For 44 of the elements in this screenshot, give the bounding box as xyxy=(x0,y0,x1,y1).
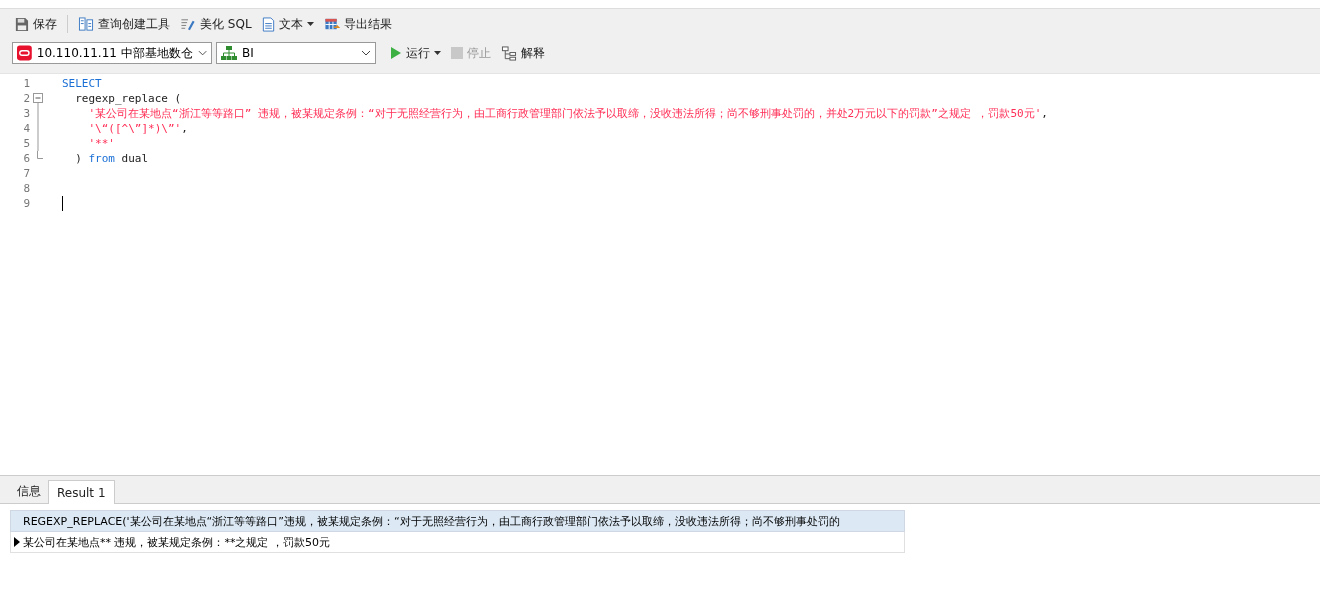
line-number: 7 xyxy=(22,167,30,180)
toolbar-button[interactable]: 查询创建工具 xyxy=(76,14,172,34)
table-export-icon xyxy=(323,16,340,32)
code-token: , xyxy=(181,122,188,135)
chevron-down-icon xyxy=(197,50,207,56)
code-token: '\“([^\”]*)\”' xyxy=(87,122,182,135)
code-token: '**' xyxy=(87,137,115,150)
connection-dropdown[interactable]: 10.110.11.11 中部基地数仓 xyxy=(12,42,212,64)
toolbar-button[interactable]: 导出结果 xyxy=(321,14,394,34)
line-number: 8 xyxy=(22,182,30,195)
play-icon xyxy=(390,46,402,60)
code-token: , xyxy=(1041,107,1048,120)
pen-lines-icon xyxy=(180,16,196,32)
toolbar-button[interactable]: 美化 SQL xyxy=(178,14,254,34)
run-toolbar-button[interactable]: 运行 xyxy=(388,43,443,63)
code-token: dual xyxy=(120,152,149,165)
line-number: 1 xyxy=(22,77,30,90)
collapse-icon[interactable] xyxy=(32,91,44,106)
line-number: 3 xyxy=(22,107,30,120)
line-number: 2 xyxy=(22,92,30,105)
line-number: 9 xyxy=(22,197,30,210)
toolbar-button[interactable]: 保存 xyxy=(12,14,59,34)
toolbar-button[interactable]: 文本 xyxy=(259,14,316,34)
stop-icon xyxy=(451,47,463,59)
table-icon xyxy=(78,16,94,32)
database-logo-icon xyxy=(17,45,32,61)
result-tab[interactable]: 信息 xyxy=(10,478,48,504)
run-toolbar-button[interactable]: 解释 xyxy=(499,43,547,63)
line-number: 6 xyxy=(22,152,30,165)
chevron-down-icon xyxy=(361,50,371,56)
result-tab[interactable]: Result 1 xyxy=(48,480,115,504)
code-token: ) xyxy=(74,152,83,165)
code-token: '某公司在某地点“浙江等等路口” 违规，被某规定条例：“对于无照经营行为，由工商行政管理部门依法予以取缔，没收违法所得；尚不够刑事处罚的，并处2万元以下的罚款”之规定 ，罚款50元' xyxy=(87,106,1042,121)
line-number: 5 xyxy=(22,137,30,150)
network-icon xyxy=(221,45,237,61)
code-token: from xyxy=(88,152,115,165)
code-token: SELECT xyxy=(62,77,102,90)
code-token: regexp_replace ( xyxy=(74,92,182,105)
database-dropdown[interactable]: BI xyxy=(216,42,376,64)
column-header[interactable]: REGEXP_REPLACE('某公司在某地点“浙江等等路口”违规，被某规定条例：“对于无照经营行为，由工商行政管理部门依法予以取缔，没收违法所得；尚不够刑事处罚的 xyxy=(10,510,905,532)
document-icon xyxy=(261,16,275,32)
line-number: 4 xyxy=(22,122,30,135)
tree-diagram-icon xyxy=(501,45,517,61)
table-cell: 某公司在某地点** 违规，被某规定条例：**之规定 ，罚款50元 xyxy=(23,534,330,550)
